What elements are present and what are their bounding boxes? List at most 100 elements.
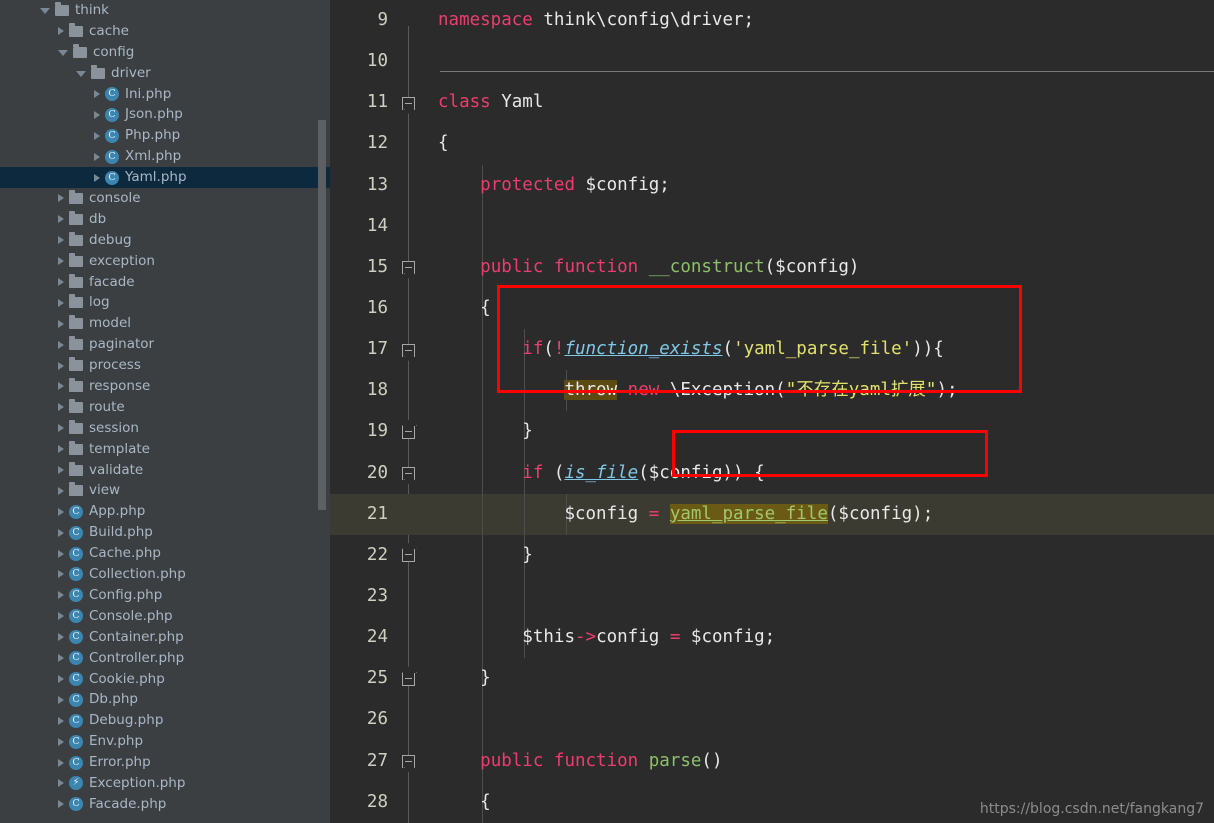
chevron-right-icon[interactable]: [58, 737, 64, 746]
tree-item-yaml-php[interactable]: C Yaml.php: [0, 167, 330, 189]
tree-item-driver[interactable]: driver: [0, 63, 330, 84]
code-line-20[interactable]: 20 if (is_file($config)) {: [330, 452, 1214, 494]
code-line-26[interactable]: 26: [330, 699, 1214, 741]
tree-item-error-php[interactable]: C Error.php: [0, 752, 330, 773]
tree-item-model[interactable]: model: [0, 313, 330, 334]
code-line-22[interactable]: 22 }: [330, 534, 1214, 576]
chevron-right-icon[interactable]: [58, 340, 64, 349]
chevron-right-icon[interactable]: [58, 486, 64, 495]
code-line-11[interactable]: 11 class Yaml: [330, 82, 1214, 123]
chevron-right-icon[interactable]: [58, 424, 64, 433]
code-editor[interactable]: 9 namespace think\config\driver; 10 11 class…: [330, 0, 1214, 823]
code-line-24[interactable]: 24 $this->config = $config;: [330, 617, 1214, 659]
tree-item-route[interactable]: route: [0, 397, 330, 418]
tree-item-collection-php[interactable]: C Collection.php: [0, 564, 330, 585]
chevron-right-icon[interactable]: [58, 612, 64, 621]
code-line-13[interactable]: 13 protected $config;: [330, 164, 1214, 206]
chevron-right-icon[interactable]: [58, 758, 64, 767]
code-line-17[interactable]: 17 if(!function_exists('yaml_parse_file'…: [330, 329, 1214, 371]
code-line-12[interactable]: 12 {: [330, 123, 1214, 164]
code-line-14[interactable]: 14: [330, 205, 1214, 247]
chevron-right-icon[interactable]: [58, 779, 64, 788]
code-line-15[interactable]: 15 public function __construct($config): [330, 246, 1214, 288]
chevron-right-icon[interactable]: [58, 570, 64, 579]
tree-item-json-php[interactable]: C Json.php: [0, 104, 330, 125]
chevron-right-icon[interactable]: [58, 257, 64, 266]
tree-item-db[interactable]: db: [0, 209, 330, 230]
code-line-9[interactable]: 9 namespace think\config\driver;: [330, 0, 1214, 41]
tree-item-console[interactable]: console: [0, 188, 330, 209]
tree-item-think[interactable]: think: [0, 0, 330, 21]
tree-item-env-php[interactable]: C Env.php: [0, 731, 330, 752]
code-line-21[interactable]: 21 $config = yaml_parse_file($config);: [330, 493, 1214, 535]
tree-item-view[interactable]: view: [0, 480, 330, 501]
tree-item-console-php[interactable]: C Console.php: [0, 606, 330, 627]
project-tree[interactable]: think cache config driver C Ini.php C Json.php C…: [0, 0, 330, 815]
tree-item-db-php[interactable]: C Db.php: [0, 689, 330, 710]
tree-item-debug-php[interactable]: C Debug.php: [0, 710, 330, 731]
tree-item-session[interactable]: session: [0, 418, 330, 439]
code-fold-toggle[interactable]: [402, 755, 415, 769]
tree-item-response[interactable]: response: [0, 376, 330, 397]
code-fold-toggle[interactable]: [402, 343, 415, 357]
tree-item-config-php[interactable]: C Config.php: [0, 585, 330, 606]
tree-item-config[interactable]: config: [0, 42, 330, 63]
code-line-10[interactable]: 10: [330, 41, 1214, 82]
chevron-right-icon[interactable]: [58, 800, 64, 809]
chevron-right-icon[interactable]: [58, 633, 64, 642]
chevron-right-icon[interactable]: [58, 549, 64, 558]
tree-item-cache[interactable]: cache: [0, 21, 330, 42]
tree-item-container-php[interactable]: C Container.php: [0, 627, 330, 648]
code-fold-toggle[interactable]: [402, 549, 415, 563]
chevron-right-icon[interactable]: [58, 194, 64, 203]
code-lines[interactable]: 9 namespace think\config\driver; 10 11 class…: [330, 0, 1214, 823]
chevron-right-icon[interactable]: [58, 716, 64, 725]
tree-item-validate[interactable]: validate: [0, 460, 330, 481]
tree-item-paginator[interactable]: paginator: [0, 334, 330, 355]
chevron-right-icon[interactable]: [58, 695, 64, 704]
chevron-right-icon[interactable]: [58, 382, 64, 391]
tree-item-log[interactable]: log: [0, 292, 330, 313]
chevron-right-icon[interactable]: [94, 131, 100, 140]
tree-item-xml-php[interactable]: C Xml.php: [0, 146, 330, 167]
code-fold-toggle[interactable]: [402, 467, 415, 481]
tree-item-cache-php[interactable]: C Cache.php: [0, 543, 330, 564]
chevron-right-icon[interactable]: [58, 403, 64, 412]
chevron-down-icon[interactable]: [40, 8, 50, 15]
chevron-right-icon[interactable]: [94, 110, 100, 119]
code-line-23[interactable]: 23: [330, 575, 1214, 618]
code-line-25[interactable]: 25 }: [330, 658, 1214, 700]
chevron-right-icon[interactable]: [58, 674, 64, 683]
chevron-right-icon[interactable]: [58, 298, 64, 307]
tree-item-ini-php[interactable]: C Ini.php: [0, 84, 330, 105]
project-tree-scrollbar[interactable]: [318, 120, 326, 510]
chevron-right-icon[interactable]: [58, 236, 64, 245]
chevron-right-icon[interactable]: [94, 173, 100, 182]
tree-item-build-php[interactable]: C Build.php: [0, 522, 330, 543]
code-fold-toggle[interactable]: [402, 261, 415, 275]
chevron-right-icon[interactable]: [58, 445, 64, 454]
tree-item-process[interactable]: process: [0, 355, 330, 376]
chevron-right-icon[interactable]: [58, 528, 64, 537]
code-fold-toggle[interactable]: [402, 672, 415, 686]
chevron-right-icon[interactable]: [58, 507, 64, 516]
chevron-right-icon[interactable]: [94, 152, 100, 161]
chevron-right-icon[interactable]: [58, 278, 64, 287]
tree-item-facade-php[interactable]: C Facade.php: [0, 794, 330, 815]
chevron-right-icon[interactable]: [58, 27, 64, 36]
code-line-27[interactable]: 27 public function parse(): [330, 740, 1214, 782]
tree-item-exception[interactable]: exception: [0, 251, 330, 272]
chevron-right-icon[interactable]: [58, 466, 64, 475]
chevron-right-icon[interactable]: [94, 90, 100, 98]
project-tree-panel[interactable]: think cache config driver C Ini.php C Json.php C…: [0, 0, 330, 823]
chevron-right-icon[interactable]: [58, 319, 64, 328]
chevron-down-icon[interactable]: [76, 71, 86, 78]
chevron-right-icon[interactable]: [58, 654, 64, 663]
chevron-down-icon[interactable]: [58, 50, 68, 57]
chevron-right-icon[interactable]: [58, 591, 64, 600]
chevron-right-icon[interactable]: [58, 215, 64, 224]
tree-item-cookie-php[interactable]: C Cookie.php: [0, 669, 330, 690]
tree-item-exception-php[interactable]: ⚡ Exception.php: [0, 773, 330, 794]
tree-item-debug[interactable]: debug: [0, 230, 330, 251]
code-fold-toggle[interactable]: [402, 96, 415, 110]
